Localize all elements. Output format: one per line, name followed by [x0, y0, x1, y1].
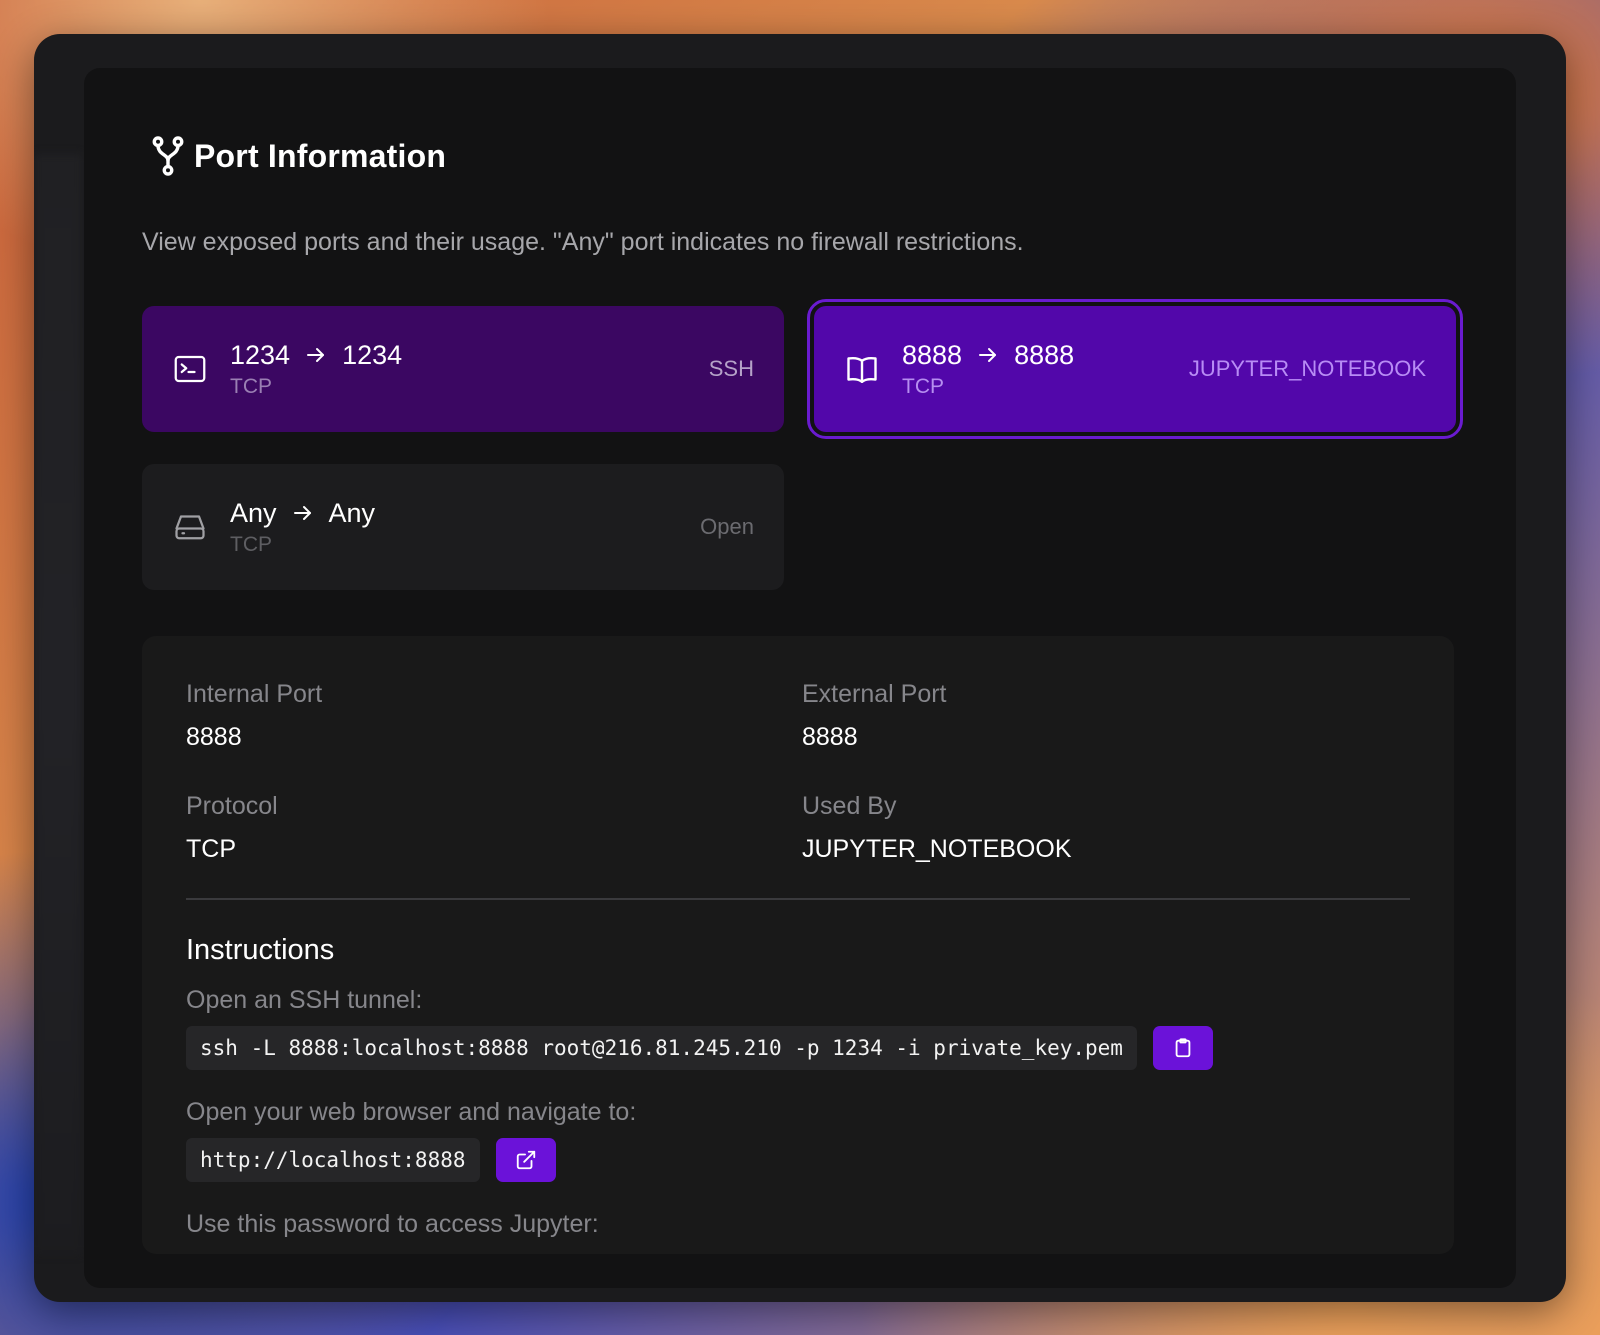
ssh-command-text[interactable]: ssh -L 8888:localhost:8888 root@216.81.2…: [186, 1026, 1137, 1070]
external-port: 1234: [342, 339, 403, 370]
page-subtitle: View exposed ports and their usage. "Any…: [142, 228, 1024, 256]
ssh-command-row: ssh -L 8888:localhost:8888 root@216.81.2…: [186, 1026, 1213, 1070]
protocol-value: TCP: [186, 835, 236, 863]
internal-port: 8888: [902, 339, 963, 370]
browser-url-text[interactable]: http://localhost:8888: [186, 1138, 480, 1182]
open-url-button[interactable]: [495, 1138, 556, 1182]
external-port: 8888: [1014, 339, 1075, 370]
external-port-value: 8888: [802, 723, 858, 751]
book-icon: [847, 357, 877, 383]
used-by-field: Used By JUPYTER_NOTEBOOK: [802, 792, 1072, 864]
external-port: Any: [328, 497, 376, 528]
port-details: Internal Port 8888 External Port 8888 Pr…: [142, 636, 1454, 1254]
internal-port: Any: [230, 497, 277, 528]
ssh-tunnel-label: Open an SSH tunnel:: [186, 986, 423, 1014]
internal-port-field: Internal Port 8888: [186, 680, 322, 752]
external-port-field: External Port 8888: [802, 680, 947, 752]
port-mapping: Any Any: [230, 498, 375, 529]
arrow-right-icon: [979, 348, 997, 362]
port-card-ssh[interactable]: 1234 1234 TCP SSH: [142, 306, 784, 432]
copy-button[interactable]: [1152, 1026, 1213, 1070]
clipboard-icon: [1175, 1038, 1191, 1058]
protocol-field: Protocol TCP: [186, 792, 278, 864]
internal-port: 1234: [230, 339, 291, 370]
page-title: Port Information: [194, 137, 447, 174]
arrow-right-icon: [293, 506, 311, 520]
divider: [186, 898, 1410, 900]
used-by-label: Used By: [802, 792, 897, 820]
terminal-icon: [174, 355, 206, 383]
instructions-title: Instructions: [186, 934, 335, 966]
external-link-icon: [516, 1150, 535, 1170]
panel-header: Port Information: [150, 136, 446, 176]
port-information-panel: Port Information View exposed ports and …: [84, 68, 1516, 1288]
port-protocol: TCP: [230, 374, 272, 398]
port-card-jupyter[interactable]: 8888 8888 TCP JUPYTER_NOTEBOOK: [807, 299, 1463, 439]
port-usage-tag: JUPYTER_NOTEBOOK: [1188, 356, 1426, 381]
hard-drive-icon: [175, 515, 205, 540]
port-protocol: TCP: [230, 532, 272, 556]
blurred-background-sidebar: [34, 154, 82, 1254]
password-label: Use this password to access Jupyter:: [186, 1210, 599, 1238]
protocol-label: Protocol: [186, 792, 278, 820]
dialog-window: Port Information View exposed ports and …: [34, 34, 1566, 1302]
internal-port-value: 8888: [186, 723, 242, 751]
used-by-value: JUPYTER_NOTEBOOK: [802, 835, 1072, 863]
port-card-main: 1234 1234 TCP: [230, 340, 402, 399]
browser-label: Open your web browser and navigate to:: [186, 1098, 637, 1126]
port-card-main: 8888 8888 TCP: [902, 340, 1074, 399]
external-port-label: External Port: [802, 680, 947, 708]
arrow-right-icon: [307, 348, 325, 362]
fork-icon: [152, 136, 184, 176]
port-usage-tag: SSH: [708, 356, 754, 381]
port-mapping: 8888 8888: [902, 340, 1074, 371]
browser-url-row: http://localhost:8888: [186, 1138, 556, 1182]
port-protocol: TCP: [902, 374, 944, 398]
port-usage-tag: Open: [700, 514, 754, 539]
port-mapping: 1234 1234: [230, 340, 402, 371]
internal-port-label: Internal Port: [186, 680, 323, 708]
port-card-main: Any Any TCP: [230, 498, 375, 557]
port-card-any[interactable]: Any Any TCP Open: [142, 464, 784, 590]
